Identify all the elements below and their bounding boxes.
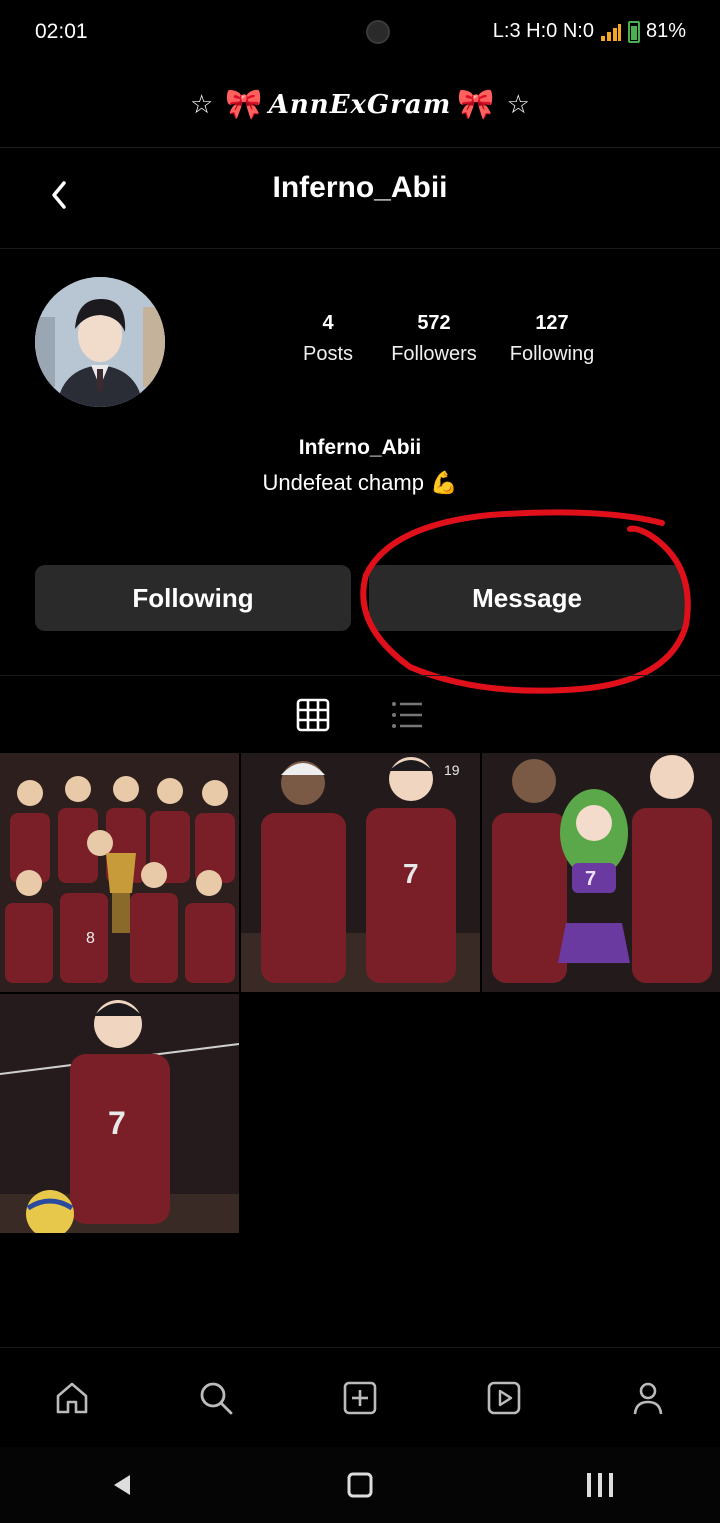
post-thumbnail[interactable]: 8 [0, 753, 239, 992]
network-status: L:3 H:0 N:0 [492, 20, 594, 42]
grid-view-icon[interactable] [296, 698, 330, 732]
stat-following[interactable]: 127 Following [496, 312, 608, 366]
list-view-icon[interactable] [390, 698, 424, 732]
avatar-image [35, 277, 165, 407]
cheerleader-image: 7 [482, 753, 720, 992]
system-home-icon[interactable] [344, 1469, 376, 1501]
jersey-number: 8 [86, 930, 95, 947]
followers-count: 572 [417, 312, 451, 334]
jersey-number: 7 [585, 868, 596, 890]
system-recents-icon[interactable] [584, 1469, 616, 1501]
reels-icon[interactable] [486, 1380, 522, 1416]
followers-label: Followers [391, 343, 477, 365]
search-icon[interactable] [198, 1380, 234, 1416]
bottom-nav [0, 1347, 720, 1447]
volleyball-player-image: 7 [0, 994, 239, 1233]
front-camera [366, 20, 390, 44]
profile-icon[interactable] [630, 1380, 666, 1416]
post-thumbnail[interactable]: 7 [482, 753, 720, 992]
app-title: AnnExGram [268, 89, 452, 120]
posts-count: 4 [322, 312, 334, 334]
profile-top-bar: Inferno_Abii [0, 149, 720, 249]
fist-bump-image: 19 7 [241, 753, 480, 992]
status-indicators: L:3 H:0 N:0 81% [493, 20, 686, 43]
avatar[interactable] [35, 277, 165, 407]
app-header: ☆ 🎀 AnnExGram 🎀 ☆ [0, 62, 720, 148]
team-trophy-image: 8 [0, 753, 239, 992]
message-button[interactable]: Message [369, 565, 685, 631]
display-name: Inferno_Abii [298, 436, 422, 459]
profile-stats: 4 Posts 572 Followers 127 Following [290, 312, 608, 366]
following-count: 127 [535, 312, 569, 334]
wifi-icon [600, 23, 621, 41]
bow-icon: 🎀 [225, 88, 263, 121]
page-title: Inferno_Abii [272, 171, 448, 204]
stat-followers[interactable]: 572 Followers [376, 312, 492, 366]
following-button[interactable]: Following [35, 565, 351, 631]
battery-icon [627, 20, 640, 43]
post-thumbnail[interactable]: 7 [0, 994, 239, 1233]
posts-label: Posts [302, 343, 354, 365]
status-bar: 02:01 L:3 H:0 N:0 81% [0, 0, 720, 62]
svg-text:19: 19 [444, 762, 460, 778]
system-navigation-bar [0, 1447, 720, 1523]
home-icon[interactable] [54, 1380, 90, 1416]
system-back-icon[interactable] [106, 1469, 138, 1501]
jersey-number: 7 [108, 1105, 126, 1141]
following-label: Following [509, 343, 595, 365]
add-post-icon[interactable] [342, 1380, 378, 1416]
bio: Undefeat champ 💪 [262, 470, 458, 495]
bow-icon: 🎀 [457, 88, 495, 121]
star-icon: ☆ [506, 89, 530, 119]
status-time: 02:01 [35, 20, 88, 43]
view-tabs [0, 690, 720, 740]
battery-percent: 81% [645, 20, 686, 42]
section-divider [0, 675, 720, 676]
star-icon: ☆ [190, 89, 214, 119]
post-thumbnail[interactable]: 19 7 [241, 753, 480, 992]
jersey-number: 7 [403, 858, 419, 889]
stat-posts[interactable]: 4 Posts [290, 312, 366, 366]
